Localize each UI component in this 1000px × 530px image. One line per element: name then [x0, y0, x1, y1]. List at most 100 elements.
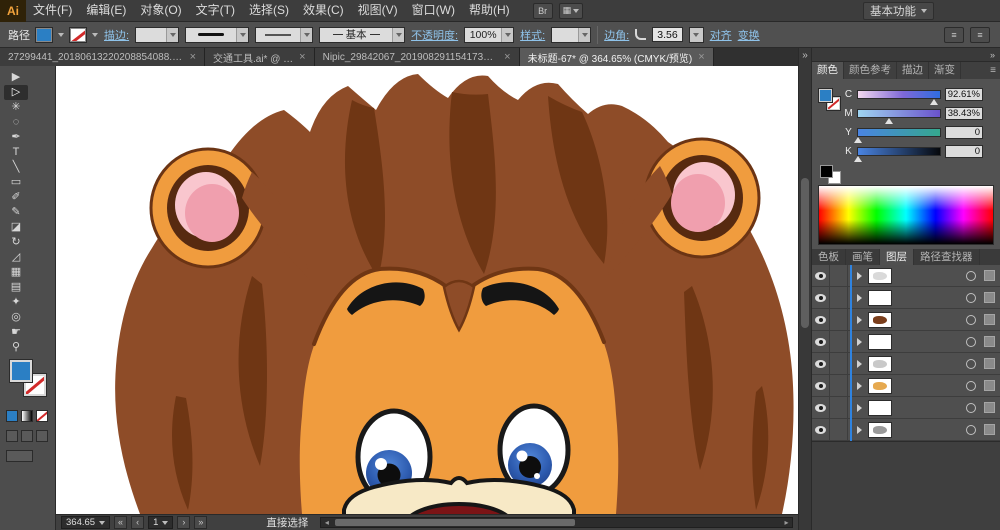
canvas-vertical-scrollbar[interactable]: »	[798, 48, 812, 530]
layer-row[interactable]	[812, 353, 1000, 375]
mesh-tool[interactable]: ▦	[4, 265, 28, 280]
visibility-cell[interactable]	[812, 353, 830, 374]
eyedropper-tool[interactable]: ✦	[4, 295, 28, 310]
target-circle-icon[interactable]	[966, 425, 976, 435]
cyan-value-field[interactable]: 92.61%	[945, 88, 983, 101]
artboard-navigation-select[interactable]: 1	[148, 516, 173, 529]
selection-square[interactable]	[984, 292, 995, 303]
gradient-mode-icon[interactable]	[21, 410, 33, 422]
color-spectrum-bar[interactable]	[818, 185, 994, 245]
corner-panel-link[interactable]: 边角:	[604, 27, 629, 43]
scroll-left-icon[interactable]: ◂	[321, 518, 332, 527]
fill-swatch[interactable]	[10, 360, 32, 382]
tab-color[interactable]: 颜色	[812, 62, 844, 79]
layer-row[interactable]	[812, 265, 1000, 287]
disclosure-triangle-icon[interactable]	[857, 382, 862, 390]
close-icon[interactable]: ×	[190, 52, 196, 62]
layer-row[interactable]	[812, 419, 1000, 441]
black-slider[interactable]	[857, 147, 941, 156]
draw-behind-icon[interactable]	[21, 430, 33, 442]
collapse-panels-icon[interactable]: »	[990, 50, 995, 60]
rectangle-tool[interactable]: ▭	[4, 175, 28, 190]
tab-swatches[interactable]: 色板	[812, 249, 846, 265]
stroke-dropdown-icon[interactable]	[92, 33, 98, 37]
align-panel-link[interactable]: 对齐	[710, 27, 732, 43]
menu-effect[interactable]: 效果(C)	[296, 0, 351, 21]
document-tab-4-active[interactable]: 未标题-67* @ 364.65% (CMYK/预览) ×	[520, 48, 714, 66]
fill-stroke-indicator[interactable]	[10, 360, 50, 400]
last-artboard-button[interactable]: »	[194, 516, 207, 529]
transform-panel-link[interactable]: 变换	[738, 27, 760, 43]
selection-square[interactable]	[984, 424, 995, 435]
draw-normal-icon[interactable]	[6, 430, 18, 442]
menu-window[interactable]: 窗口(W)	[405, 0, 462, 21]
slider-thumb[interactable]	[854, 137, 862, 143]
gradient-tool[interactable]: ▤	[4, 280, 28, 295]
opacity-dropdown[interactable]: 100%	[464, 27, 514, 43]
cyan-slider[interactable]	[857, 90, 941, 99]
disclosure-triangle-icon[interactable]	[857, 316, 862, 324]
eye-icon[interactable]	[815, 360, 826, 368]
layer-row[interactable]	[812, 375, 1000, 397]
eye-icon[interactable]	[815, 294, 826, 302]
lasso-tool[interactable]: ◌	[4, 115, 28, 130]
disclosure-triangle-icon[interactable]	[857, 360, 862, 368]
eye-icon[interactable]	[815, 316, 826, 324]
eraser-tool[interactable]: ◪	[4, 220, 28, 235]
horizontal-scroll-thumb[interactable]	[335, 519, 575, 526]
target-circle-icon[interactable]	[966, 337, 976, 347]
visibility-cell[interactable]	[812, 419, 830, 440]
disclosure-triangle-icon[interactable]	[857, 338, 862, 346]
stroke-color-swatch[interactable]	[70, 28, 86, 42]
target-circle-icon[interactable]	[966, 293, 976, 303]
visibility-cell[interactable]	[812, 265, 830, 286]
graphic-style-dropdown[interactable]	[551, 27, 591, 43]
lock-cell[interactable]	[830, 309, 848, 330]
tab-layers[interactable]: 图层	[880, 249, 914, 265]
lock-cell[interactable]	[830, 287, 848, 308]
selection-square[interactable]	[984, 402, 995, 413]
style-panel-link[interactable]: 样式:	[520, 27, 545, 43]
stroke-weight-dropdown[interactable]	[135, 27, 179, 43]
slider-thumb[interactable]	[885, 118, 893, 124]
target-circle-icon[interactable]	[966, 381, 976, 391]
selection-square[interactable]	[984, 336, 995, 347]
width-profile-dropdown[interactable]	[255, 27, 313, 43]
close-icon[interactable]: ×	[504, 52, 510, 62]
canvas-horizontal-scrollbar[interactable]: ◂ ▸	[320, 517, 793, 528]
visibility-cell[interactable]	[812, 331, 830, 352]
lock-cell[interactable]	[830, 331, 848, 352]
fill-swatch[interactable]	[819, 89, 832, 102]
magic-wand-tool[interactable]: ✳	[4, 100, 28, 115]
first-artboard-button[interactable]: «	[114, 516, 127, 529]
workspace-switcher-button[interactable]: 基本功能	[863, 2, 934, 20]
rotate-tool[interactable]: ↻	[4, 235, 28, 250]
menu-select[interactable]: 选择(S)	[242, 0, 296, 21]
yellow-value-field[interactable]: 0	[945, 126, 983, 139]
menu-type[interactable]: 文字(T)	[189, 0, 242, 21]
zoom-level-select[interactable]: 364.65	[61, 516, 110, 529]
lock-cell[interactable]	[830, 265, 848, 286]
brush-definition-dropdown[interactable]	[185, 27, 249, 43]
lock-cell[interactable]	[830, 375, 848, 396]
lock-cell[interactable]	[830, 419, 848, 440]
document-tab-2[interactable]: 交通工具.ai* @ … ×	[205, 48, 315, 66]
next-artboard-button[interactable]: ›	[177, 516, 190, 529]
stroke-profile-dropdown[interactable]: 基本	[319, 27, 405, 43]
corner-options-dropdown[interactable]	[689, 27, 704, 43]
yellow-slider[interactable]	[857, 128, 941, 137]
disclosure-triangle-icon[interactable]	[857, 294, 862, 302]
tab-overflow-icon[interactable]: »	[799, 48, 811, 64]
panel-fill-stroke-indicator[interactable]	[819, 89, 843, 113]
previous-artboard-button[interactable]: ‹	[131, 516, 144, 529]
scroll-right-icon[interactable]: ▸	[781, 518, 792, 527]
visibility-cell[interactable]	[812, 397, 830, 418]
scale-tool[interactable]: ◿	[4, 250, 28, 265]
lion-artwork[interactable]	[56, 66, 798, 514]
selection-square[interactable]	[984, 380, 995, 391]
corner-radius-field[interactable]: 3.56	[652, 27, 682, 42]
lock-cell[interactable]	[830, 353, 848, 374]
layer-row[interactable]	[812, 287, 1000, 309]
blend-tool[interactable]: ◎	[4, 310, 28, 325]
selection-square[interactable]	[984, 314, 995, 325]
